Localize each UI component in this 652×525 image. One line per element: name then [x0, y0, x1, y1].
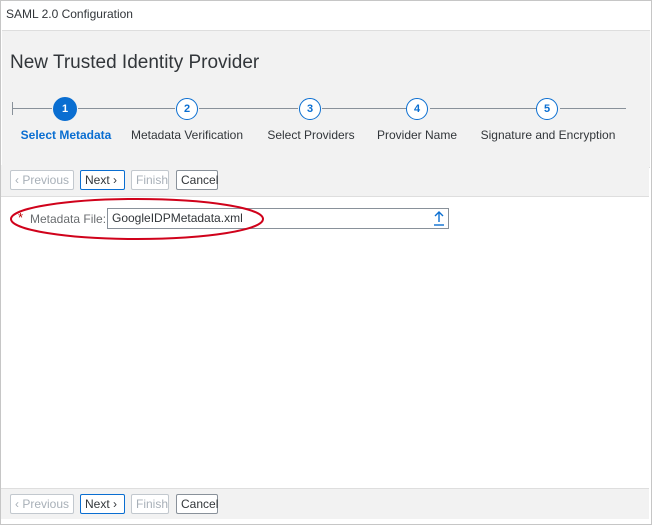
previous-button-label: Previous — [22, 497, 70, 511]
progress-line — [430, 108, 536, 109]
next-button-label: Next — [85, 497, 110, 511]
previous-button[interactable]: ‹ Previous — [10, 170, 74, 190]
window-title: SAML 2.0 Configuration — [6, 7, 133, 21]
required-marker: * — [18, 210, 24, 225]
cancel-button-label: Cancel — [181, 497, 219, 511]
page-title: New Trusted Identity Provider — [10, 52, 260, 73]
dialog-frame: SAML 2.0 Configuration — [0, 0, 652, 525]
finish-button-label: Finish — [136, 173, 169, 187]
progress-line — [322, 108, 406, 109]
wizard-step-4-label[interactable]: Provider Name — [377, 128, 457, 142]
progress-line — [199, 108, 298, 109]
previous-button-label: Previous — [22, 173, 70, 187]
wizard-step-3-label[interactable]: Select Providers — [267, 128, 354, 142]
finish-button-label: Finish — [136, 497, 169, 511]
top-toolbar: ‹ Previous Next › Finish Cancel — [1, 165, 649, 197]
wizard-step-2-label[interactable]: Metadata Verification — [131, 128, 243, 142]
chevron-right-icon: › — [113, 497, 118, 511]
next-button[interactable]: Next › — [80, 170, 125, 190]
wizard-step-5[interactable]: 5 — [536, 98, 558, 120]
next-button-label: Next — [85, 173, 110, 187]
wizard-step-1-label[interactable]: Select Metadata — [21, 128, 112, 142]
previous-button[interactable]: ‹ Previous — [10, 494, 74, 514]
finish-button[interactable]: Finish — [131, 494, 169, 514]
progress-line — [12, 108, 52, 109]
wizard-step-5-label[interactable]: Signature and Encryption — [481, 128, 616, 142]
wizard-step-2[interactable]: 2 — [176, 98, 198, 120]
cancel-button[interactable]: Cancel — [176, 170, 218, 190]
finish-button[interactable]: Finish — [131, 170, 169, 190]
chevron-right-icon: › — [113, 173, 118, 187]
progress-line — [560, 108, 626, 109]
wizard-step-3[interactable]: 3 — [299, 98, 321, 120]
wizard-step-4[interactable]: 4 — [406, 98, 428, 120]
cancel-button-label: Cancel — [181, 173, 219, 187]
progress-line — [78, 108, 175, 109]
next-button[interactable]: Next › — [80, 494, 125, 514]
cancel-button[interactable]: Cancel — [176, 494, 218, 514]
bottom-toolbar: ‹ Previous Next › Finish Cancel — [1, 488, 649, 519]
wizard-step-1[interactable]: 1 — [53, 97, 77, 121]
metadata-file-label: Metadata File: — [30, 212, 107, 226]
chevron-left-icon: ‹ — [15, 497, 19, 511]
metadata-file-input[interactable]: GoogleIDPMetadata.xml — [107, 208, 449, 229]
upload-icon[interactable] — [432, 209, 446, 227]
chevron-left-icon: ‹ — [15, 173, 19, 187]
